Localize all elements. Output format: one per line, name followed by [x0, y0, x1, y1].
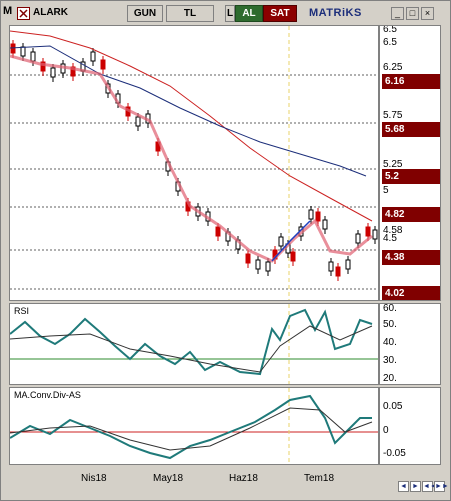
price-panel[interactable]: [9, 25, 379, 301]
rsi-chart[interactable]: [10, 304, 379, 385]
rsi-panel-title: RSI: [14, 306, 30, 316]
price-tag: 6.16: [382, 74, 440, 89]
macd-scale[interactable]: 0.05 0 -0.05: [379, 387, 441, 465]
rsi-scale-label: 30.: [383, 355, 397, 366]
price-tag: 5.68: [382, 122, 440, 137]
minimize-button[interactable]: _: [391, 7, 404, 20]
candle-body: [50, 67, 56, 78]
candle-body: [322, 219, 328, 230]
period-button[interactable]: GUN: [127, 5, 163, 22]
scroll-left-button[interactable]: ◄: [398, 481, 409, 492]
candle-body: [328, 261, 334, 272]
price-tag: 4.02: [382, 286, 440, 300]
zoom-out-button[interactable]: ◄◄: [422, 481, 437, 492]
date-axis: Nis18 May18 Haz18 Tem18: [9, 467, 441, 497]
rsi-scale-label: 60.: [383, 303, 397, 314]
chart-window: M ALARK GUN TL L AL SAT MATRiKS _ □ × 6.…: [0, 0, 451, 501]
candle-body: [135, 116, 141, 127]
sell-button[interactable]: SAT: [263, 5, 297, 22]
candle-body: [215, 226, 221, 237]
date-label: May18: [153, 473, 184, 484]
currency-button[interactable]: TL: [166, 5, 214, 22]
maximize-button[interactable]: □: [406, 7, 419, 20]
ma-fast-line: [10, 54, 373, 263]
price-label: 6.5: [383, 37, 397, 48]
close-chart-icon[interactable]: [17, 7, 30, 20]
candle-body: [315, 211, 321, 222]
price-label: 6.25: [383, 62, 403, 73]
brand-logo: MATRiKS: [309, 7, 362, 19]
macd-scale-label: 0: [383, 425, 389, 436]
candle-body: [290, 251, 296, 262]
scroll-right-button[interactable]: ►: [410, 481, 421, 492]
candle-body: [365, 226, 371, 237]
macd-panel[interactable]: MA.Conv.Div-AS: [9, 387, 379, 465]
rsi-signal-line: [10, 325, 373, 373]
app-logo: M: [3, 5, 13, 17]
rsi-scale-label: 50.: [383, 319, 397, 330]
candle-body: [10, 43, 16, 54]
rsi-panel[interactable]: RSI: [9, 303, 379, 385]
candle-body: [372, 229, 378, 240]
rsi-scale[interactable]: 60. 50. 40. 30. 20.: [379, 303, 441, 385]
price-tag: 4.38: [382, 250, 440, 265]
price-tag: 5.2: [382, 169, 440, 184]
price-tag: 4.82: [382, 207, 440, 222]
candle-body: [308, 209, 314, 220]
candle-body: [255, 259, 261, 270]
candle-body: [20, 46, 26, 57]
date-label: Haz18: [229, 473, 258, 484]
rsi-scale-label: 40.: [383, 337, 397, 348]
price-label: 4.5: [383, 233, 397, 244]
zoom-in-button[interactable]: ►►: [434, 481, 449, 492]
candle-body: [355, 233, 361, 244]
macd-signal-line: [10, 407, 373, 451]
candle-body: [30, 51, 36, 62]
price-scale[interactable]: 6.5 6.5 6.25 5.75 5.25 5 4.58 4.5 6.16 5…: [379, 25, 441, 301]
l-button[interactable]: L: [225, 5, 235, 22]
ma-slow-line: [10, 30, 373, 222]
close-button[interactable]: ×: [421, 7, 434, 20]
candle-body: [90, 51, 96, 62]
price-chart[interactable]: [10, 26, 379, 301]
candle-body: [265, 261, 271, 272]
macd-panel-title: MA.Conv.Div-AS: [14, 390, 81, 400]
buy-button[interactable]: AL: [235, 5, 263, 22]
toolbar: M ALARK GUN TL L AL SAT MATRiKS _ □ ×: [3, 4, 448, 24]
rsi-line: [10, 308, 373, 376]
price-label: 5.75: [383, 110, 403, 121]
macd-scale-label: -0.05: [383, 448, 406, 459]
date-label: Nis18: [81, 473, 107, 484]
candle-body: [278, 236, 284, 247]
candle-body: [245, 253, 251, 264]
candle-body: [345, 259, 351, 270]
macd-scale-label: 0.05: [383, 401, 403, 412]
candle-body: [100, 59, 106, 70]
symbol-name[interactable]: ALARK: [33, 7, 68, 18]
rsi-scale-label: 20.: [383, 373, 397, 384]
date-label: Tem18: [304, 473, 335, 484]
price-label: 5: [383, 185, 389, 196]
price-label: 6.5: [383, 25, 397, 35]
candle-body: [335, 266, 341, 277]
